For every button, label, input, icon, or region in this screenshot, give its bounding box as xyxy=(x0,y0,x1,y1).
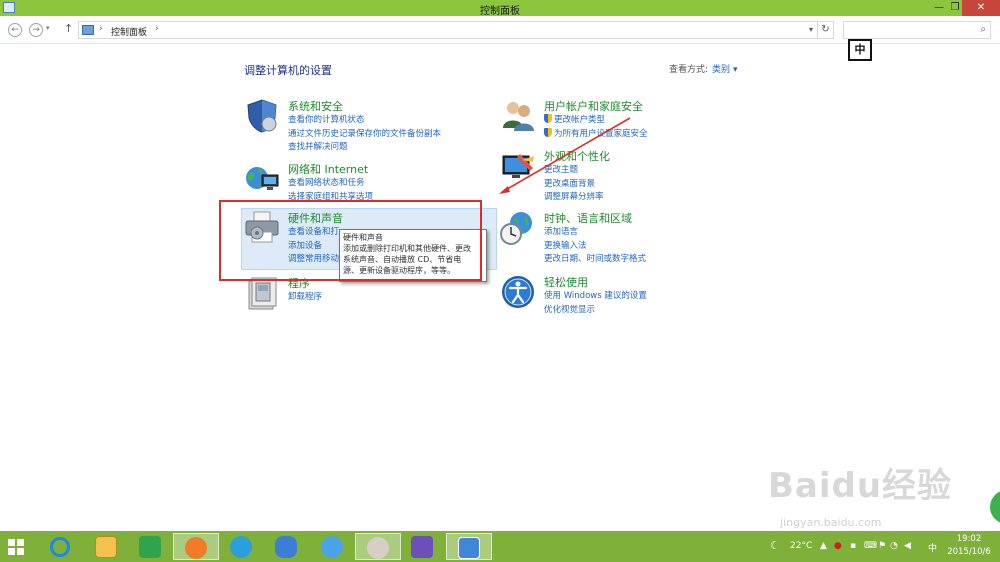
up-button[interactable]: ↑ xyxy=(64,22,73,35)
chat-icon[interactable]: ▪ xyxy=(850,541,856,551)
start-icon[interactable] xyxy=(8,539,24,555)
link-date-format[interactable]: 更改日期、时间或数字格式 xyxy=(544,253,646,267)
ease-of-access-icon[interactable] xyxy=(500,274,536,310)
watermark-logo: Baidu经验 xyxy=(768,466,953,506)
link-screen-resolution[interactable]: 调整屏幕分辨率 xyxy=(544,191,604,205)
title-bar: 控制面板 — ❐ ✕ xyxy=(0,0,1000,17)
input-icon[interactable]: ⌨ xyxy=(864,541,877,551)
refresh-button[interactable]: ↻ xyxy=(818,21,834,39)
link-optimize-display[interactable]: 优化视觉显示 xyxy=(544,304,647,318)
chevron-down-icon[interactable]: ▾ xyxy=(809,25,813,34)
taskbar-ie[interactable] xyxy=(38,533,84,560)
category-title[interactable]: 系统和安全 xyxy=(288,98,343,114)
annotation-red-box xyxy=(219,200,482,281)
baidu-app-icon xyxy=(321,536,343,558)
breadcrumb-chevron-icon[interactable]: › xyxy=(155,24,159,34)
paint-icon xyxy=(367,537,389,559)
ime-tray[interactable]: 中 xyxy=(928,541,937,554)
link-family-safety[interactable]: 为所有用户设置家庭安全 xyxy=(544,127,648,142)
chevron-down-icon[interactable]: ▾ xyxy=(733,65,738,75)
appearance-icon[interactable] xyxy=(500,148,536,184)
address-input[interactable]: › 控制面板 › ▾ xyxy=(78,21,818,39)
search-icon[interactable]: ⌕ xyxy=(980,24,986,35)
view-by-dropdown[interactable]: 类别 xyxy=(712,65,730,75)
watermark-url: jingyan.baidu.com xyxy=(780,516,882,529)
show-hidden-icon[interactable]: ▲ xyxy=(820,541,827,551)
settings-icon xyxy=(411,536,433,558)
taskbar-paint[interactable] xyxy=(355,533,401,560)
uac-shield-icon xyxy=(544,114,552,123)
link-file-history[interactable]: 通过文件历史记录保存你的文件备份副本 xyxy=(288,128,441,142)
window-title: 控制面板 xyxy=(480,6,520,17)
taskbar: ☾ 22°C ▲ ● ▪ ⌨ ⚑ ◔ ◀ 中 19:02 2015/10/6 xyxy=(0,531,1000,562)
link-change-theme[interactable]: 更改主题 xyxy=(544,164,604,178)
page-title: 调整计算机的设置 xyxy=(244,64,332,77)
control-panel-icon xyxy=(458,537,480,559)
recent-locations-icon[interactable]: ▾ xyxy=(46,24,50,32)
control-panel-icon xyxy=(82,25,94,35)
cloud-icon xyxy=(275,536,297,558)
link-add-language[interactable]: 添加语言 xyxy=(544,226,646,240)
store-icon xyxy=(139,536,161,558)
flag-icon[interactable]: ⚑ xyxy=(878,541,886,551)
ie-icon xyxy=(50,537,70,557)
category-title[interactable]: 外观和个性化 xyxy=(544,148,610,164)
search-input[interactable]: ⌕ xyxy=(843,21,991,39)
users-icon[interactable] xyxy=(500,98,536,134)
link-change-account-type[interactable]: 更改帐户类型 xyxy=(544,114,648,128)
shield-icon[interactable] xyxy=(244,98,280,134)
uac-shield-icon xyxy=(544,127,552,137)
breadcrumb[interactable]: 控制面板 xyxy=(111,25,147,38)
link-recommended-settings[interactable]: 使用 Windows 建议的设置 xyxy=(544,290,647,304)
forward-button[interactable]: → xyxy=(29,23,43,37)
taskbar-baidu-app[interactable] xyxy=(310,533,356,560)
category-title[interactable]: 轻松使用 xyxy=(544,274,588,290)
weather-temp[interactable]: 22°C xyxy=(790,541,812,551)
browser-icon xyxy=(230,536,252,558)
network-icon[interactable] xyxy=(244,161,280,197)
breadcrumb-chevron-icon[interactable]: › xyxy=(99,24,103,34)
view-by: 查看方式: 类别 ▾ xyxy=(669,62,737,75)
taskbar-cloud[interactable] xyxy=(264,533,310,560)
explorer-icon xyxy=(95,536,117,558)
clock-time: 19:02 xyxy=(956,534,982,544)
clock[interactable]: 19:02 2015/10/6 xyxy=(942,533,996,559)
category-title[interactable]: 用户帐户和家庭安全 xyxy=(544,98,643,114)
taskbar-settings[interactable] xyxy=(400,533,446,560)
link-uninstall-program[interactable]: 卸载程序 xyxy=(288,291,322,305)
link-troubleshoot[interactable]: 查找并解决问题 xyxy=(288,141,441,155)
link-view-computer-status[interactable]: 查看你的计算机状态 xyxy=(288,114,441,128)
qq-icon[interactable]: ● xyxy=(834,541,842,551)
taskbar-browser[interactable] xyxy=(219,533,265,560)
app-orange-icon xyxy=(185,537,207,559)
link-change-background[interactable]: 更改桌面背景 xyxy=(544,178,604,192)
close-button[interactable]: ✕ xyxy=(962,0,1000,16)
wifi-icon[interactable]: ◔ xyxy=(890,541,898,551)
back-button[interactable]: ← xyxy=(8,23,22,37)
weather-moon-icon[interactable]: ☾ xyxy=(770,539,780,552)
taskbar-app-orange[interactable] xyxy=(173,533,219,560)
link-change-input[interactable]: 更换输入法 xyxy=(544,240,646,254)
clock-date: 2015/10/6 xyxy=(947,547,991,557)
category-title[interactable]: 网络和 Internet xyxy=(288,161,368,177)
taskbar-control-panel[interactable] xyxy=(446,533,492,560)
ime-indicator[interactable]: 中 xyxy=(848,39,872,61)
clock-globe-icon[interactable] xyxy=(500,210,536,246)
taskbar-explorer[interactable] xyxy=(84,533,130,560)
taskbar-store[interactable] xyxy=(128,533,174,560)
link-network-status[interactable]: 查看网络状态和任务 xyxy=(288,177,373,191)
volume-icon[interactable]: ◀ xyxy=(904,541,911,551)
category-title[interactable]: 时钟、语言和区域 xyxy=(544,210,632,226)
side-widget[interactable] xyxy=(990,490,1000,524)
view-by-label: 查看方式: xyxy=(669,65,709,75)
